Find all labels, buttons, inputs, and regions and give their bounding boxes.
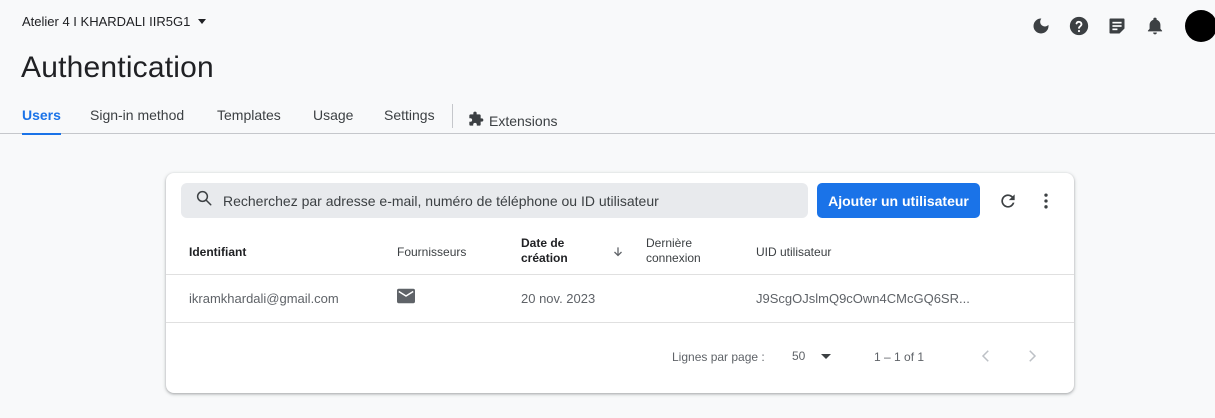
avatar[interactable] [1185, 10, 1215, 42]
tab-usage[interactable]: Usage [313, 107, 353, 134]
column-created[interactable]: Date de création [521, 236, 568, 266]
tab-bar: Users Sign-in method Templates Usage Set… [0, 100, 1215, 135]
search-bar[interactable] [181, 183, 808, 218]
chevron-down-icon [198, 19, 207, 24]
users-card: Ajouter un utilisateur Identifiant Fourn… [166, 173, 1074, 393]
table-header: Identifiant Fournisseurs Date de créatio… [166, 229, 1074, 275]
project-name: Atelier 4 I KHARDALI IIR5G1 [22, 14, 191, 29]
help-icon[interactable] [1067, 14, 1091, 38]
release-notes-icon[interactable] [1105, 14, 1129, 38]
chevron-right-icon[interactable] [1023, 347, 1041, 370]
refresh-icon[interactable] [996, 189, 1020, 213]
column-created-line1: Date de [521, 236, 565, 250]
notifications-icon[interactable] [1143, 14, 1167, 38]
search-icon [195, 189, 213, 212]
arrow-down-icon[interactable] [611, 245, 625, 264]
dark-mode-icon[interactable] [1029, 14, 1053, 38]
chevron-down-icon [821, 353, 832, 359]
column-last-login-line2: connexion [646, 251, 701, 265]
pagination: Lignes par page : 50 1 – 1 of 1 [166, 323, 1074, 393]
tab-divider [452, 104, 453, 128]
page: Atelier 4 I KHARDALI IIR5G1 Authenticati… [0, 0, 1215, 418]
column-uid[interactable]: UID utilisateur [756, 245, 831, 260]
page-title: Authentication [21, 51, 214, 84]
tab-extensions[interactable]: Extensions [468, 107, 557, 134]
rows-per-page-select[interactable]: 50 [792, 349, 832, 363]
cell-uid[interactable]: J9ScgOJslmQ9cOwn4CMcGQ6SR... [756, 291, 970, 306]
cell-identifier: ikramkhardali@gmail.com [189, 291, 339, 306]
column-last-login[interactable]: Dernière connexion [646, 236, 701, 266]
header-actions [1029, 10, 1215, 42]
email-icon [397, 288, 415, 309]
cell-created: 20 nov. 2023 [521, 291, 596, 306]
search-input[interactable] [223, 192, 803, 209]
column-identifier[interactable]: Identifiant [189, 245, 246, 260]
add-user-button[interactable]: Ajouter un utilisateur [817, 183, 980, 218]
rows-per-page-label: Lignes par page : [672, 350, 765, 364]
more-vert-icon[interactable] [1034, 189, 1058, 213]
tab-settings[interactable]: Settings [384, 107, 435, 134]
column-created-line2: création [521, 251, 568, 265]
tab-users[interactable]: Users [22, 107, 61, 135]
column-providers[interactable]: Fournisseurs [397, 245, 466, 260]
column-last-login-line1: Dernière [646, 236, 693, 250]
rows-per-page-value: 50 [792, 349, 806, 363]
pagination-range: 1 – 1 of 1 [874, 350, 925, 364]
tab-extensions-label: Extensions [489, 112, 558, 129]
tab-templates[interactable]: Templates [217, 107, 281, 134]
table-row[interactable]: ikramkhardali@gmail.com 20 nov. 2023 J9S… [166, 275, 1074, 323]
extensions-icon [468, 111, 484, 130]
project-selector[interactable]: Atelier 4 I KHARDALI IIR5G1 [22, 14, 207, 29]
top-bar: Atelier 4 I KHARDALI IIR5G1 [0, 0, 1215, 46]
chevron-left-icon[interactable] [977, 347, 995, 370]
tab-sign-in-method[interactable]: Sign-in method [90, 107, 184, 134]
